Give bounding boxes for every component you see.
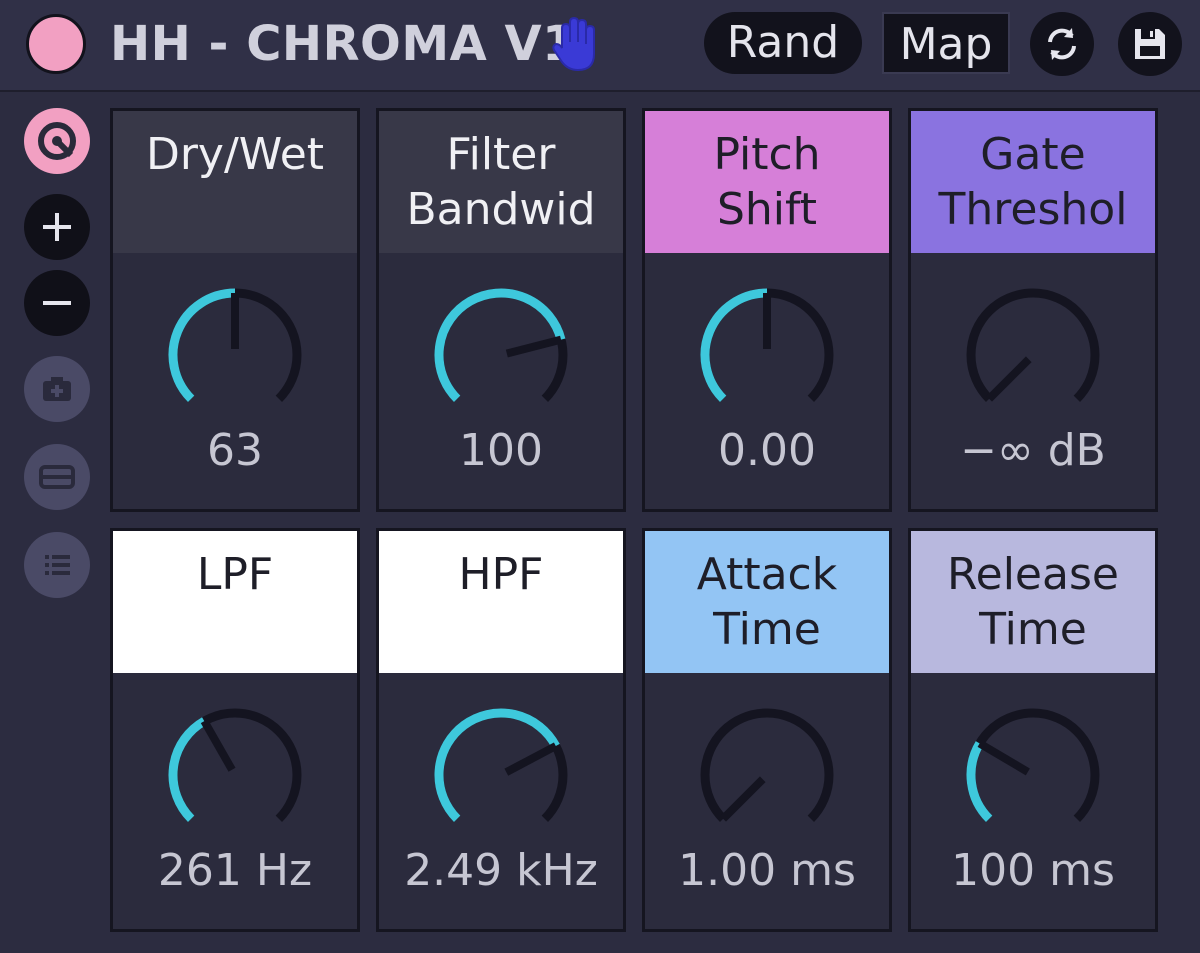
macro-panel-4: Gate Threshol −∞ dB	[908, 108, 1158, 512]
plus-icon	[43, 213, 71, 241]
macro-knob[interactable]	[963, 285, 1103, 425]
chroma-logo-button[interactable]	[24, 108, 90, 174]
macro-panel-1: Dry/Wet 63	[110, 108, 360, 512]
knob-needle	[977, 739, 1030, 776]
macro-label-box: Release Time	[911, 531, 1155, 673]
snapshot-button[interactable]	[24, 356, 90, 422]
knob-value-arc	[434, 708, 560, 823]
macro-label: Release Time	[947, 549, 1119, 655]
macro-knob[interactable]	[697, 705, 837, 845]
macro-label: Filter Bandwid	[406, 129, 596, 235]
macro-label: LPF	[196, 549, 274, 600]
macro-value: −∞ dB	[960, 425, 1106, 476]
macro-value: 100 ms	[951, 845, 1115, 896]
save-icon	[1135, 29, 1165, 59]
macro-panel-3: Pitch Shift 0.00	[642, 108, 892, 512]
macro-panel-2: Filter Bandwid 100	[376, 108, 626, 512]
macro-panel-6: HPF 2.49 kHz	[376, 528, 626, 932]
macro-label: Gate Threshol	[938, 129, 1128, 235]
macro-panel-5: LPF 261 Hz	[110, 528, 360, 932]
knob-needle	[504, 742, 558, 776]
hand-icon[interactable]	[548, 14, 604, 74]
header-bar: HH - CHROMA V1 Rand Map	[0, 0, 1200, 92]
card-icon	[39, 465, 75, 489]
macro-knob[interactable]	[963, 705, 1103, 845]
remove-button[interactable]	[24, 270, 90, 336]
macro-panel-7: Attack Time 1.00 ms	[642, 528, 892, 932]
macro-label: HPF	[458, 549, 544, 600]
knob-value-arc	[168, 288, 236, 403]
macro-value: 1.00 ms	[678, 845, 856, 896]
macro-value: 2.49 kHz	[404, 845, 598, 896]
save-button[interactable]	[1118, 12, 1182, 76]
knob-needle	[505, 335, 563, 358]
macro-label: Dry/Wet	[145, 129, 325, 180]
macro-knob[interactable]	[431, 285, 571, 425]
device-power-button[interactable]	[26, 14, 86, 74]
macro-knob[interactable]	[431, 705, 571, 845]
macro-label: Pitch Shift	[713, 129, 821, 235]
knob-track	[966, 288, 1100, 403]
knob-value-arc	[700, 288, 768, 403]
camera-plus-icon	[43, 377, 71, 401]
macro-label-box: Filter Bandwid	[379, 111, 623, 253]
macro-value: 0.00	[718, 425, 816, 476]
macro-knob[interactable]	[165, 285, 305, 425]
minus-icon	[43, 301, 71, 305]
macro-value: 100	[459, 425, 543, 476]
list-button[interactable]	[24, 532, 90, 598]
logo-icon	[38, 122, 76, 160]
knob-value-arc	[168, 717, 207, 823]
macro-value: 261 Hz	[157, 845, 313, 896]
add-button[interactable]	[24, 194, 90, 260]
macro-knob[interactable]	[165, 705, 305, 845]
knob-track	[700, 708, 834, 823]
list-icon	[45, 555, 70, 575]
macro-label-box: Dry/Wet	[113, 111, 357, 253]
knob-value-arc	[966, 741, 993, 823]
macro-value: 63	[207, 425, 263, 476]
macro-label-box: Attack Time	[645, 531, 889, 673]
macro-knob[interactable]	[697, 285, 837, 425]
macro-panel-8: Release Time 100 ms	[908, 528, 1158, 932]
device-window: HH - CHROMA V1 Rand Map Dry/Wet 63 Filte…	[0, 0, 1200, 953]
macro-label-box: Pitch Shift	[645, 111, 889, 253]
sync-button[interactable]	[1030, 12, 1094, 76]
knob-track	[966, 708, 1100, 823]
knob-needle	[720, 776, 766, 822]
device-title: HH - CHROMA V1	[110, 16, 577, 72]
card-button[interactable]	[24, 444, 90, 510]
sync-icon	[1048, 28, 1076, 60]
map-button[interactable]: Map	[882, 12, 1010, 74]
macro-label-box: LPF	[113, 531, 357, 673]
macro-label-box: Gate Threshol	[911, 111, 1155, 253]
rand-button[interactable]: Rand	[704, 12, 862, 74]
macro-label: Attack Time	[696, 549, 838, 655]
macro-label-box: HPF	[379, 531, 623, 673]
knob-needle	[986, 356, 1032, 402]
knob-needle	[200, 719, 236, 772]
